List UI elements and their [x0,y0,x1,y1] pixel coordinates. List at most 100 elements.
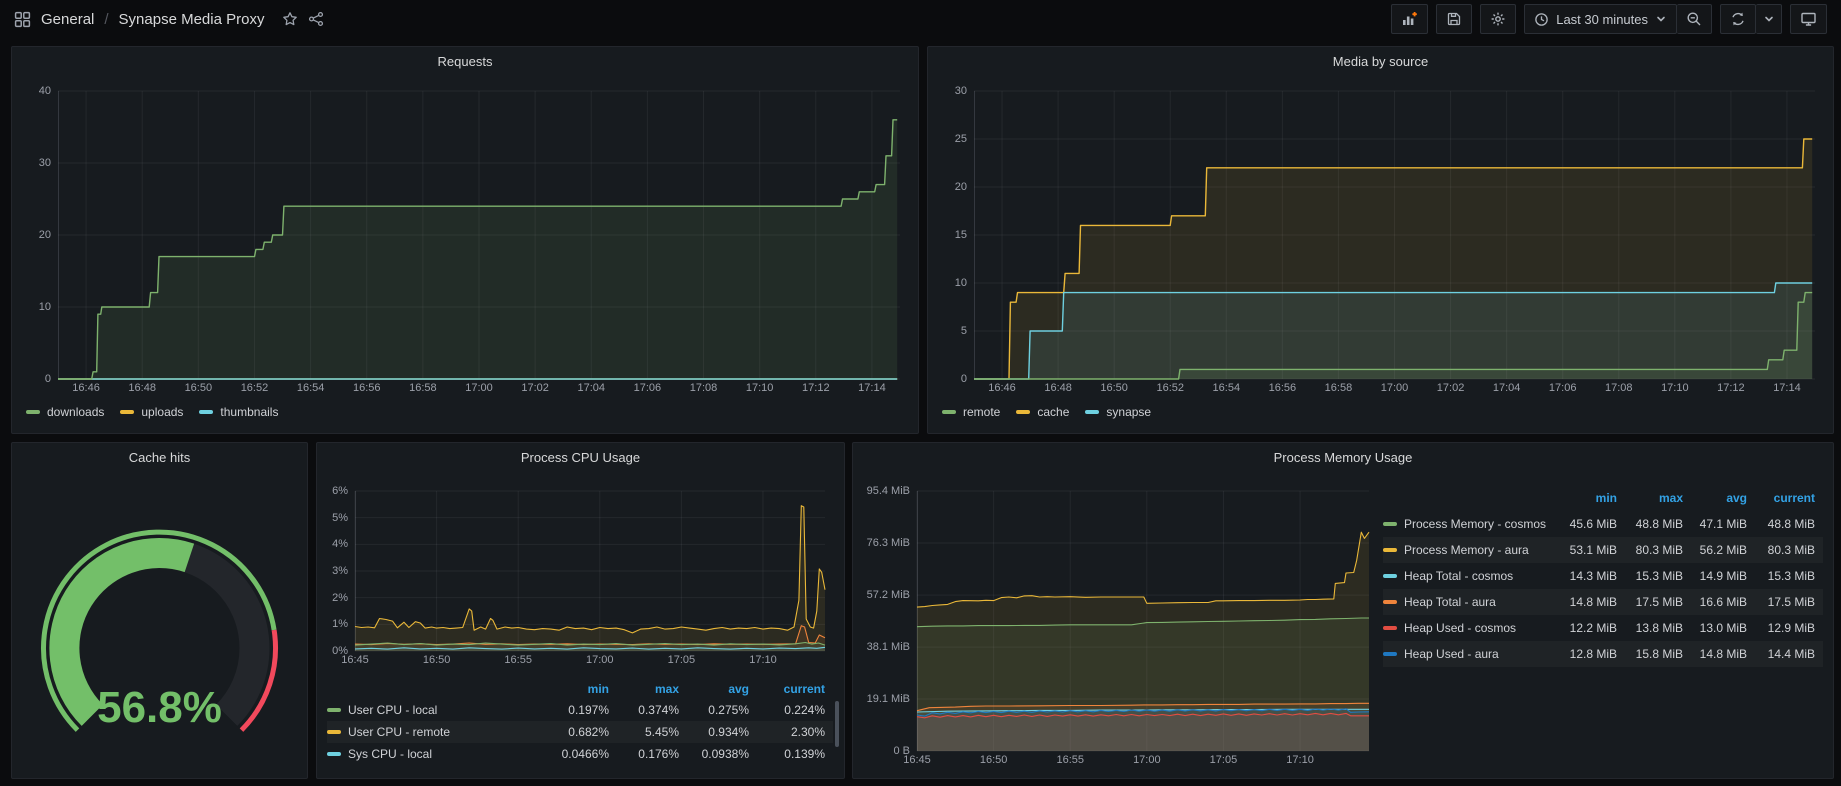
legend-value: 0.139% [757,747,833,761]
legend-value: 0.275% [687,703,757,717]
panel-title-requests[interactable]: Requests [12,47,918,75]
y-tick-label: 38.1 MiB [867,641,910,653]
media-by-source-legend: remote cache synapse [942,405,1151,419]
legend-swatch [1085,410,1099,414]
legend-value: 14.4 MiB [1755,647,1823,661]
legend-item-thumbnails[interactable]: thumbnails [199,405,278,419]
legend-label-heap-used-cosmos[interactable]: Heap Used - cosmos [1383,621,1559,635]
legend-value: 2.30% [757,725,833,739]
legend-swatch [1383,522,1397,526]
media-by-source-chart: 16:4616:4816:5016:5216:5416:5616:5817:00… [936,77,1827,397]
kiosk-mode-button[interactable] [1790,4,1827,34]
legend-label-heap-total-cosmos[interactable]: Heap Total - cosmos [1383,569,1559,583]
refresh-button[interactable] [1720,4,1756,34]
legend-value: 12.2 MiB [1559,621,1625,635]
legend-scrollbar[interactable] [835,701,839,747]
y-tick-label: 6% [332,485,348,497]
x-tick-label: 16:56 [343,382,391,394]
legend-swatch [1383,652,1397,656]
zoom-out-icon [1686,11,1702,27]
x-tick-label: 17:05 [1199,754,1247,766]
legend-column-header: avg [1691,491,1755,505]
y-tick-label: 2% [332,592,348,604]
legend-item-downloads[interactable]: downloads [26,405,104,419]
legend-value: 14.8 MiB [1691,647,1755,661]
chevron-down-icon [1763,13,1775,25]
legend-label: remote [963,405,1000,419]
legend-label-heap-used-aura[interactable]: Heap Used - aura [1383,647,1559,661]
bar-chart-icon [1403,17,1413,26]
y-tick-label: 30 [39,157,51,169]
legend-swatch [199,410,213,414]
y-tick-label: 25 [955,133,967,145]
breadcrumb-folder[interactable]: General [41,11,94,28]
legend-value: 53.1 MiB [1559,543,1625,557]
legend-label-user-cpu-remote[interactable]: User CPU - remote [327,725,543,739]
y-tick-label: 1% [332,618,348,630]
time-picker-button[interactable]: Last 30 minutes [1524,4,1677,34]
legend-value: 5.45% [617,725,687,739]
legend-value: 12.9 MiB [1755,621,1823,635]
x-tick-label: 16:46 [62,382,110,394]
refresh-interval-caret[interactable] [1756,4,1782,34]
legend-column-header: max [617,682,687,696]
legend-column-header: current [757,682,833,696]
breadcrumb-dashboard-title[interactable]: Synapse Media Proxy [119,11,265,28]
add-panel-button[interactable] [1391,4,1428,34]
legend-value: 0.176% [617,747,687,761]
x-tick-label: 16:50 [970,754,1018,766]
y-tick-label: 15 [955,229,967,241]
x-tick-label: 16:54 [1202,382,1250,394]
panel-title-cache-hits[interactable]: Cache hits [12,443,307,471]
legend-label-process-memory-cosmos[interactable]: Process Memory - cosmos [1383,517,1559,531]
legend-value: 17.5 MiB [1755,595,1823,609]
gear-icon [1490,11,1506,27]
refresh-controls [1720,4,1782,34]
dashboards-grid-icon[interactable] [14,11,31,28]
legend-label: uploads [141,405,183,419]
panel-title-media-by-source[interactable]: Media by source [928,47,1833,75]
legend-item-cache[interactable]: cache [1016,405,1069,419]
x-tick-label: 16:50 [413,654,461,666]
x-tick-label: 17:08 [1595,382,1643,394]
x-tick-label: 16:52 [1146,382,1194,394]
legend-label-user-cpu-local[interactable]: User CPU - local [327,703,543,717]
legend-swatch [1383,626,1397,630]
plus-icon [1413,12,1417,16]
share-icon[interactable] [308,11,324,27]
process-cpu-legend-table: minmaxavgcurrentUser CPU - local0.197%0.… [327,679,833,765]
y-tick-label: 30 [955,85,967,97]
y-tick-label: 5 [961,325,967,337]
legend-label: thumbnails [220,405,278,419]
panel-title-process-cpu-usage[interactable]: Process CPU Usage [317,443,844,471]
legend-swatch [1016,410,1030,414]
x-tick-label: 16:48 [118,382,166,394]
legend-label: downloads [47,405,104,419]
legend-value: 56.2 MiB [1691,543,1755,557]
legend-label-heap-total-aura[interactable]: Heap Total - aura [1383,595,1559,609]
legend-label-process-memory-aura[interactable]: Process Memory - aura [1383,543,1559,557]
legend-header-row: minmaxavgcurrent [1383,485,1823,511]
legend-column-header: current [1755,491,1823,505]
settings-button[interactable] [1480,4,1516,34]
legend-item-synapse[interactable]: synapse [1085,405,1151,419]
legend-value: 14.8 MiB [1559,595,1625,609]
zoom-out-button[interactable] [1677,4,1712,34]
legend-value: 0.934% [687,725,757,739]
legend-item-remote[interactable]: remote [942,405,1000,419]
legend-value: 48.8 MiB [1755,517,1823,531]
legend-label-sys-cpu-local[interactable]: Sys CPU - local [327,747,543,761]
x-tick-label: 17:10 [1276,754,1324,766]
x-tick-label: 16:54 [287,382,335,394]
navbar: General / Synapse Media Proxy [0,0,1841,38]
legend-value: 0.224% [757,703,833,717]
panel-title-process-memory-usage[interactable]: Process Memory Usage [853,443,1833,471]
legend-swatch [1383,574,1397,578]
legend-column-header: max [1625,491,1691,505]
legend-value: 12.8 MiB [1559,647,1625,661]
x-tick-label: 17:04 [567,382,615,394]
star-icon[interactable] [282,11,298,27]
x-tick-label: 17:14 [848,382,896,394]
save-dashboard-button[interactable] [1436,4,1472,34]
legend-item-uploads[interactable]: uploads [120,405,183,419]
